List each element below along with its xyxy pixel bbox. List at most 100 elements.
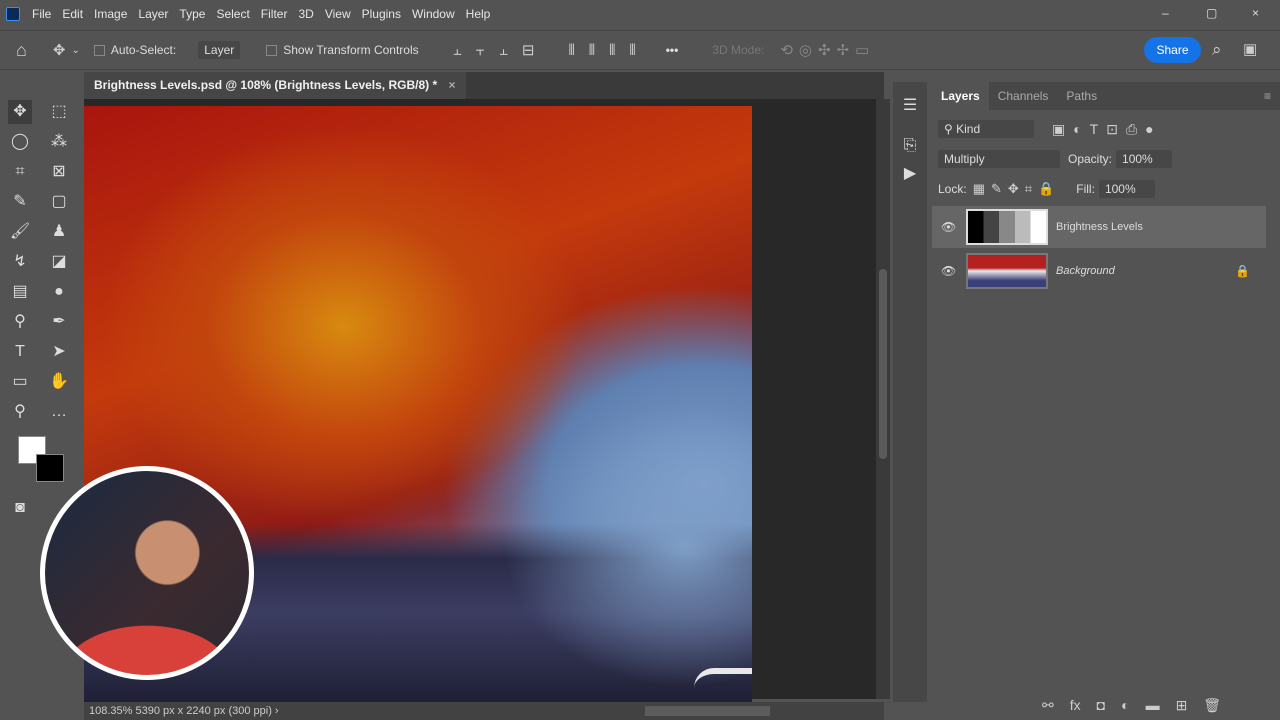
adjustment-layer-icon[interactable]: ◐	[1121, 697, 1129, 714]
auto-select-label: Auto-Select:	[110, 43, 177, 57]
adjustments-icon[interactable]: ☰	[898, 94, 922, 118]
layers-panel: Layers Channels Paths ≡ ⚲ Kind ▣◐T⊡⎙● Mu…	[932, 82, 1280, 720]
eraser-tool-icon[interactable]: ◪	[47, 250, 71, 274]
bridge	[694, 668, 752, 688]
close-tab-icon[interactable]: ×	[449, 78, 456, 92]
menu-type[interactable]: Type	[179, 7, 205, 21]
auto-select-dropdown[interactable]: Layer	[198, 41, 241, 59]
trash-icon[interactable]: 🗑	[1203, 697, 1221, 714]
menu-bar: File Edit Image Layer Type Select Filter…	[0, 0, 1280, 28]
fill-input[interactable]: 100%	[1098, 180, 1155, 198]
filter-kind-value: Kind	[956, 122, 981, 136]
path-selection-icon[interactable]: ➤	[47, 340, 71, 364]
frame-tool-icon[interactable]: ⊠	[47, 160, 71, 184]
workspace-icon[interactable]: ▣	[1243, 40, 1257, 58]
layers-footer: ⚯ fx ◘ ◐ ▬ ⊞ 🗑	[1042, 697, 1221, 714]
crop-tool-icon[interactable]: ⌗	[8, 160, 32, 184]
options-bar: ⌂ ✥ ⌄ Auto-Select: Layer Show Transform …	[0, 30, 1280, 70]
document-tab-title: Brightness Levels.psd @ 108% (Brightness…	[94, 78, 438, 92]
menu-view[interactable]: View	[325, 7, 351, 21]
blur-tool-icon[interactable]: ●	[47, 280, 71, 304]
history-icon[interactable]: ⎘	[898, 134, 922, 158]
horizontal-scrollbar[interactable]	[645, 706, 770, 716]
distribute-icons[interactable]: ⫴⫴⫴⫴	[568, 42, 649, 59]
group-folder-icon[interactable]: ▬	[1146, 697, 1160, 714]
lock-icons[interactable]: ▦✎✥⌗🔒	[973, 181, 1061, 197]
close-button[interactable]: ×	[1252, 6, 1259, 20]
history-brush-icon[interactable]: ↯	[8, 250, 32, 274]
quick-mask-icon[interactable]: ◙	[8, 496, 32, 520]
menu-window[interactable]: Window	[412, 7, 455, 21]
panel-menu-icon[interactable]: ≡	[1255, 89, 1280, 103]
fx-icon[interactable]: fx	[1070, 697, 1081, 714]
tab-paths[interactable]: Paths	[1057, 89, 1106, 103]
align-icons[interactable]: ⫠⫟⫠⊟	[453, 41, 549, 59]
collapsed-panel-strip: ☰ ⎘ ▶	[893, 82, 927, 702]
eyedropper-icon[interactable]: ✎	[8, 190, 32, 214]
3d-tools-icons[interactable]: ⟲◎✣✢▭	[780, 41, 875, 59]
share-button[interactable]: Share	[1144, 37, 1201, 63]
healing-brush-icon[interactable]: ▢	[47, 190, 71, 214]
layer-thumbnail	[966, 209, 1048, 245]
menu-filter[interactable]: Filter	[261, 7, 288, 21]
eye-icon[interactable]: 👁	[941, 220, 956, 234]
lasso-tool-icon[interactable]: ◯	[8, 130, 32, 154]
tab-layers[interactable]: Layers	[932, 82, 989, 110]
photoshop-logo-icon	[6, 7, 20, 21]
home-icon[interactable]: ⌂	[16, 40, 27, 61]
3d-mode-label: 3D Mode:	[712, 43, 765, 57]
layer-row[interactable]: 👁 Background 🔒	[932, 250, 1266, 292]
move-tool-icon[interactable]: ✥	[8, 100, 32, 124]
layer-name: Brightness Levels	[1056, 221, 1143, 233]
opacity-input[interactable]: 100%	[1116, 150, 1173, 168]
blend-mode-dropdown[interactable]: Multiply	[938, 150, 1060, 168]
chevron-down-icon[interactable]: ⌄	[71, 45, 79, 56]
show-transform-checkbox[interactable]	[266, 43, 283, 57]
menu-file[interactable]: File	[32, 7, 51, 21]
menu-help[interactable]: Help	[466, 7, 491, 21]
layer-row[interactable]: 👁 Brightness Levels	[932, 206, 1266, 248]
menu-edit[interactable]: Edit	[62, 7, 83, 21]
move-tool-icon[interactable]: ✥	[53, 41, 66, 59]
lock-icon: 🔒	[1235, 264, 1250, 278]
magic-wand-icon[interactable]: ⁂	[47, 130, 71, 154]
webcam-overlay	[40, 466, 254, 680]
mask-icon[interactable]: ◘	[1097, 697, 1105, 714]
dodge-tool-icon[interactable]: ⚲	[8, 310, 32, 334]
menu-layer[interactable]: Layer	[138, 7, 168, 21]
layer-filter-icons[interactable]: ▣◐T⊡⎙●	[1052, 121, 1162, 138]
auto-select-checkbox[interactable]	[93, 43, 111, 57]
fill-label: Fill:	[1076, 182, 1095, 196]
more-tools-icon[interactable]: …	[47, 400, 71, 424]
minimize-button[interactable]: –	[1162, 6, 1169, 20]
search-icon[interactable]: ⌕	[1212, 40, 1222, 60]
type-tool-icon[interactable]: T	[8, 340, 32, 364]
menu-3d[interactable]: 3D	[298, 7, 313, 21]
zoom-tool-icon[interactable]: ⚲	[8, 400, 32, 424]
eye-icon[interactable]: 👁	[941, 264, 956, 278]
opacity-label: Opacity:	[1068, 152, 1113, 166]
marquee-tool-icon[interactable]: ⬚	[47, 100, 71, 124]
pen-tool-icon[interactable]: ✒	[47, 310, 71, 334]
brush-tool-icon[interactable]: 🖌	[8, 220, 32, 244]
menu-plugins[interactable]: Plugins	[362, 7, 401, 21]
filter-kind-dropdown[interactable]: ⚲ Kind	[938, 120, 1034, 138]
actions-play-icon[interactable]: ▶	[898, 162, 922, 186]
vertical-scrollbar[interactable]	[876, 99, 890, 699]
menu-select[interactable]: Select	[216, 7, 249, 21]
new-layer-icon[interactable]: ⊞	[1176, 697, 1188, 714]
document-tab[interactable]: Brightness Levels.psd @ 108% (Brightness…	[84, 72, 466, 99]
tab-channels[interactable]: Channels	[989, 89, 1058, 103]
layer-name: Background	[1056, 265, 1115, 277]
hand-tool-icon[interactable]: ✋	[47, 370, 71, 394]
show-transform-label: Show Transform Controls	[283, 43, 419, 57]
background-color-swatch[interactable]	[36, 454, 64, 482]
restore-button[interactable]: ▢	[1206, 6, 1217, 20]
layer-thumbnail	[966, 253, 1048, 289]
rectangle-tool-icon[interactable]: ▭	[8, 370, 32, 394]
stamp-tool-icon[interactable]: ♟	[47, 220, 71, 244]
menu-image[interactable]: Image	[94, 7, 127, 21]
gradient-tool-icon[interactable]: ▤	[8, 280, 32, 304]
link-icon[interactable]: ⚯	[1042, 697, 1054, 714]
more-options-button[interactable]: •••	[666, 43, 679, 57]
